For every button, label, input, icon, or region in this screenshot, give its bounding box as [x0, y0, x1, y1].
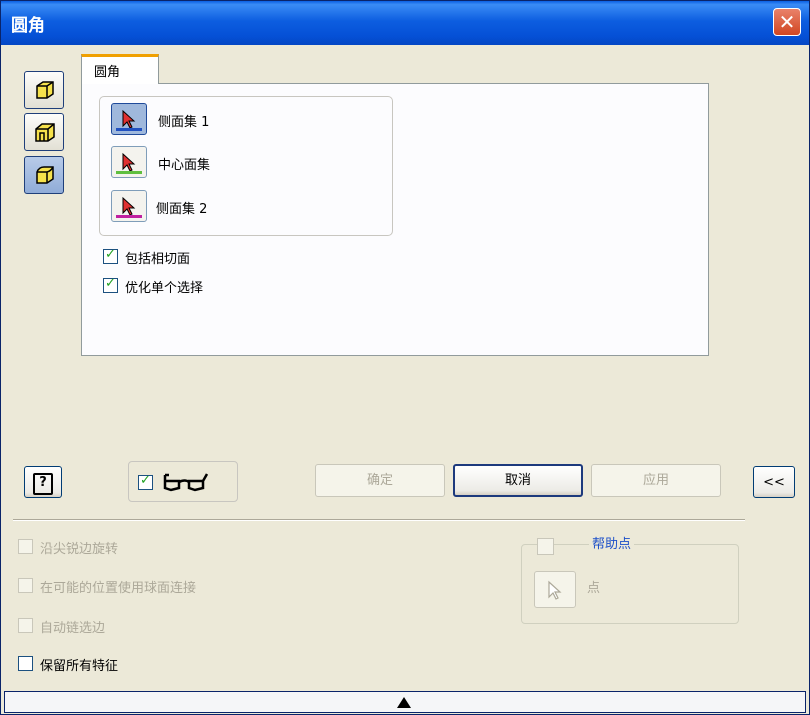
sphere-blend-label: 在可能的位置使用球面连接	[40, 581, 197, 596]
auto-chain-label: 自动链选边	[40, 621, 106, 636]
optimize-single-checkbox[interactable]	[103, 276, 118, 293]
edge-fillet-mode-button[interactable]	[24, 71, 64, 109]
include-tangent-label: 包括相切面	[125, 252, 191, 267]
selection-color-bar	[116, 128, 142, 131]
tab-fillet[interactable]: 圆角	[81, 54, 159, 84]
help-button[interactable]: ?	[24, 466, 62, 498]
side-face-set-2-button[interactable]	[111, 190, 147, 222]
selection-color-bar	[116, 171, 142, 174]
apply-button[interactable]: 应用	[591, 464, 721, 497]
face-fillet-mode-button[interactable]	[24, 113, 64, 151]
cancel-button[interactable]: 取消	[453, 464, 583, 497]
window-title: 圆角	[11, 16, 45, 36]
help-point-select-button[interactable]	[534, 571, 576, 608]
help-point-checkbox[interactable]	[537, 538, 554, 555]
face-fillet-icon	[35, 123, 55, 142]
auto-chain-checkbox[interactable]	[18, 618, 33, 633]
ok-button[interactable]: 确定	[315, 464, 445, 497]
cursor-arrow-icon	[548, 580, 562, 600]
optimize-single-label: 优化单个选择	[125, 281, 204, 296]
preserve-features-label: 保留所有特征	[40, 659, 119, 674]
full-round-fillet-icon	[36, 166, 54, 184]
rotate-along-sharp-label: 沿尖锐边旋转	[40, 542, 119, 557]
fillet-dialog: 圆角 ✕ 圆角 侧面集 1 中心面集 侧面集 2 ✓ 包括相切面 ✓ 优化单个选…	[0, 0, 810, 715]
center-face-set-label: 中心面集	[158, 158, 211, 173]
help-icon: ?	[33, 473, 53, 495]
cursor-arrow-icon	[122, 109, 136, 129]
close-icon: ✕	[778, 10, 796, 34]
edge-fillet-icon	[36, 81, 54, 99]
expand-bar[interactable]	[4, 691, 806, 713]
full-round-fillet-mode-button[interactable]	[24, 156, 64, 194]
section-divider	[13, 519, 745, 521]
title-bar[interactable]: 圆角 ✕	[1, 1, 809, 45]
cursor-arrow-icon	[122, 152, 136, 172]
point-label: 点	[587, 581, 601, 596]
sphere-blend-checkbox[interactable]	[18, 578, 33, 593]
preview-checkbox[interactable]	[138, 473, 153, 490]
side-face-set-1-label: 侧面集 1	[158, 115, 210, 130]
help-point-title: 帮助点	[589, 533, 635, 552]
center-face-set-button[interactable]	[111, 146, 147, 178]
preserve-features-checkbox[interactable]	[18, 656, 33, 671]
cursor-arrow-icon	[122, 196, 136, 216]
side-face-set-2-label: 侧面集 2	[156, 202, 208, 217]
include-tangent-checkbox[interactable]	[103, 247, 118, 264]
glasses-icon	[163, 473, 209, 492]
collapse-button[interactable]: <<	[753, 466, 795, 498]
rotate-along-sharp-checkbox[interactable]	[18, 539, 33, 554]
triangle-up-icon	[397, 697, 411, 708]
selection-color-bar	[116, 215, 142, 218]
tab-fillet-label: 圆角	[94, 65, 121, 80]
side-face-set-1-button[interactable]	[111, 103, 147, 135]
close-button[interactable]: ✕	[773, 8, 801, 36]
